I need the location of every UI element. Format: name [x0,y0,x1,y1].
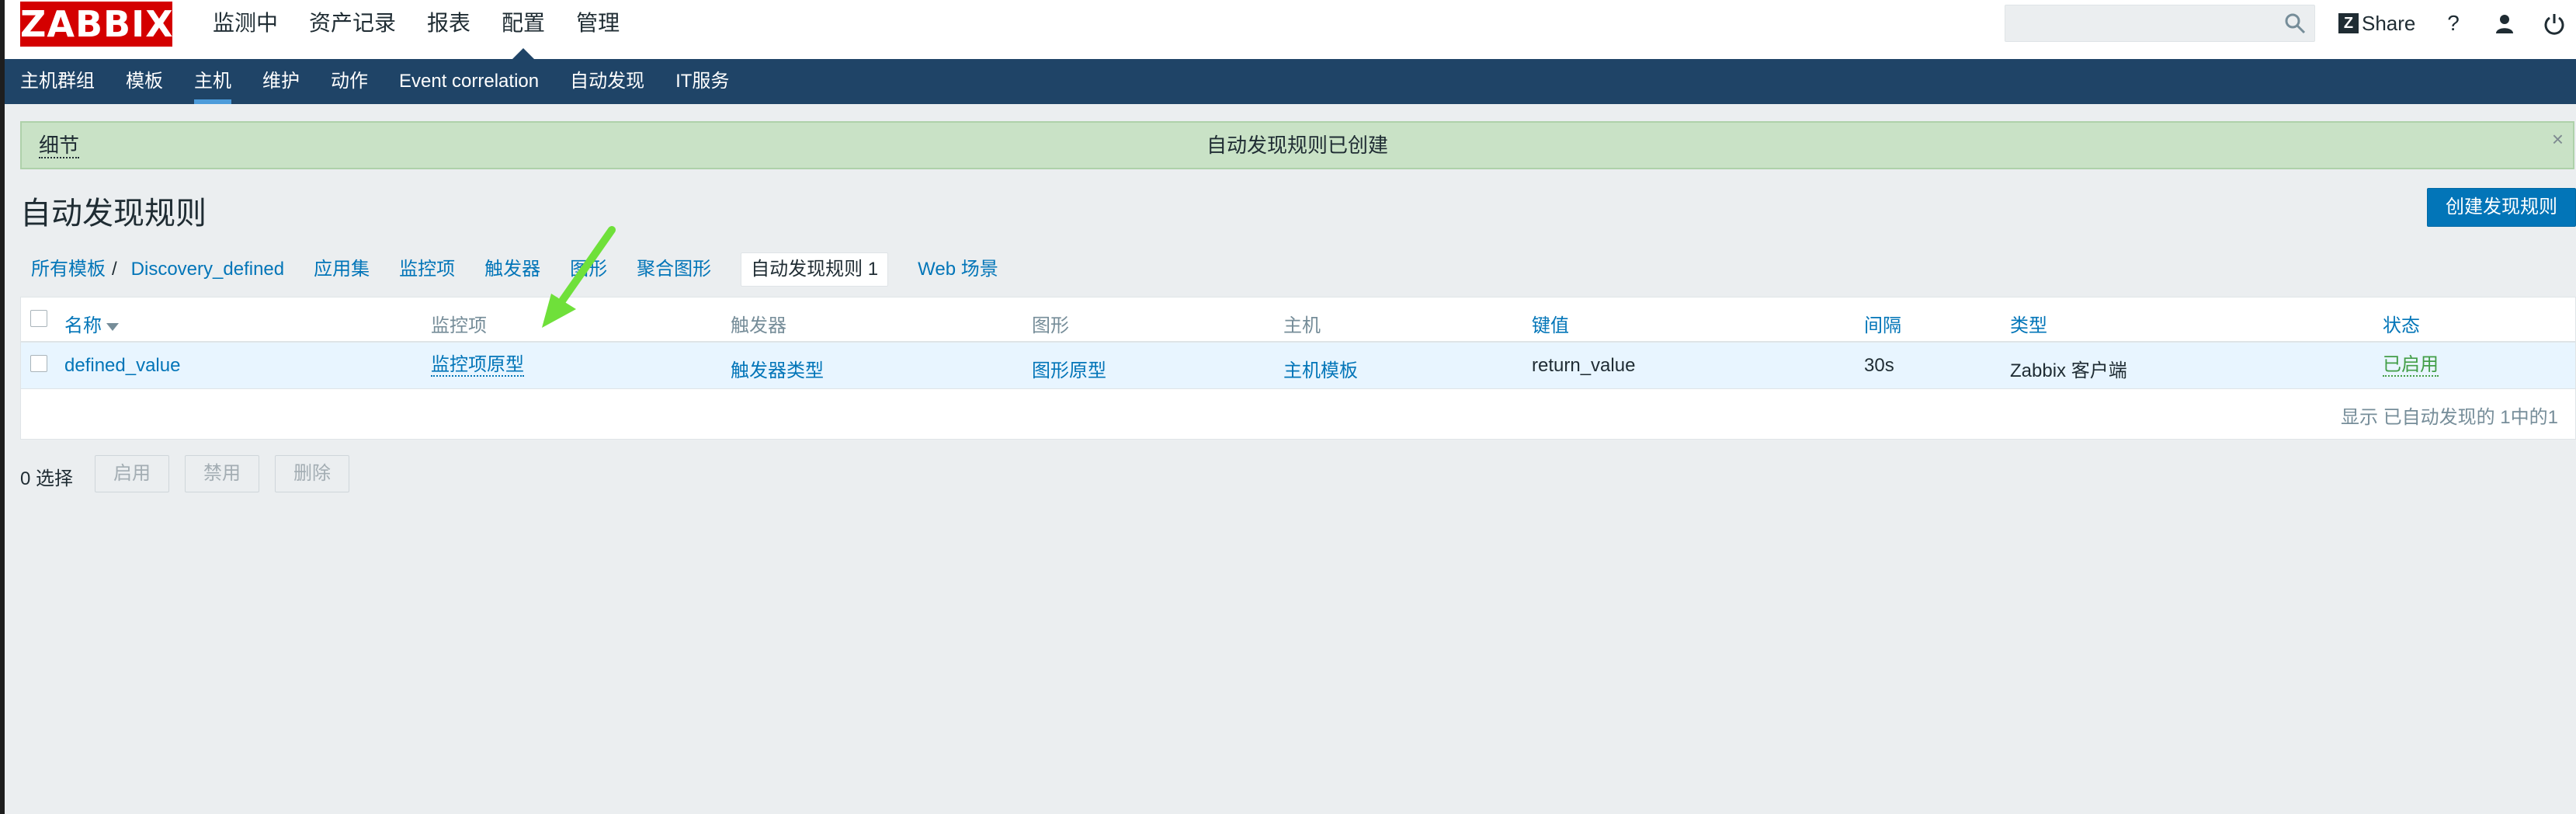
disable-button[interactable]: 禁用 [185,455,259,492]
tab-applications[interactable]: 应用集 [314,252,370,287]
menu-reports[interactable]: 报表 [411,0,486,59]
close-icon[interactable]: × [2552,127,2564,151]
menu-inventory[interactable]: 资产记录 [293,0,411,59]
row-graph-prototypes-link[interactable]: 图形原型 [1032,355,1106,382]
search-icon[interactable] [2283,12,2307,35]
menu-monitoring[interactable]: 监测中 [197,0,293,59]
submenu-discovery[interactable]: 自动发现 [570,59,660,104]
enable-button[interactable]: 启用 [95,455,169,492]
main-menu: 监测中 资产记录 报表 配置 管理 [197,0,635,59]
zabbix-logo[interactable]: ZABBIX [20,2,173,47]
menu-configuration[interactable]: 配置 [486,0,561,59]
submenu-event-correlation[interactable]: Event correlation [399,59,554,104]
breadcrumb-separator: / [112,259,117,280]
tab-screens[interactable]: 聚合图形 [637,252,711,287]
row-checkbox[interactable] [30,355,47,372]
header-name-label: 名称 [64,315,102,336]
row-key: return_value [1532,355,1636,376]
details-toggle[interactable]: 细节 [39,134,80,158]
submenu-templates[interactable]: 模板 [126,59,179,104]
delete-button[interactable]: 删除 [275,455,349,492]
header-hosts: 主机 [1283,315,1321,336]
table-header: 名称 监控项 触发器 图形 主机 键值 间隔 类型 状态 [21,297,2575,343]
header-interval[interactable]: 间隔 [1864,310,1901,337]
sub-menu: 主机群组 模板 主机 维护 动作 Event correlation 自动发现 … [5,59,2576,104]
select-all-checkbox[interactable] [30,310,47,327]
top-header: ZABBIX 监测中 资产记录 报表 配置 管理 Z Share ? [5,0,2576,59]
tab-discovery-rules[interactable]: 自动发现规则 1 [741,252,889,287]
tab-web-scenarios[interactable]: Web 场景 [918,252,998,287]
share-label: Share [2362,11,2416,35]
row-trigger-prototypes-link[interactable]: 触发器类型 [731,355,824,382]
header-triggers: 触发器 [731,315,786,336]
help-icon[interactable]: ? [2439,9,2467,37]
share-icon: Z [2338,13,2359,33]
row-name-link[interactable]: defined_value [64,355,180,377]
table-paging-info: 显示 已自动发现的 1中的1 [2340,407,2558,428]
window-edge [0,0,5,814]
header-items: 监控项 [431,315,487,336]
submenu-host-groups[interactable]: 主机群组 [20,59,110,104]
page-title: 自动发现规则 [20,197,207,231]
annotation-arrow-icon [542,226,616,328]
create-discovery-rule-button[interactable]: 创建发现规则 [2427,188,2576,227]
search-input[interactable] [2005,5,2315,42]
user-profile-icon[interactable] [2491,9,2519,37]
row-interval: 30s [1864,355,1894,376]
menu-administration[interactable]: 管理 [561,0,635,59]
submenu-hosts[interactable]: 主机 [194,59,247,104]
breadcrumb-template[interactable]: Discovery_defined [131,252,284,287]
header-type[interactable]: 类型 [2010,310,2047,337]
submenu-it-services[interactable]: IT服务 [675,59,745,104]
success-message: 自动发现规则已创建 细节 × [20,121,2574,169]
breadcrumb-all-templates[interactable]: 所有模板 [31,252,106,287]
header-key[interactable]: 键值 [1532,310,1569,337]
submenu-actions[interactable]: 动作 [331,59,384,104]
row-item-prototypes-link[interactable]: 监控项原型 [431,355,524,377]
table-row: defined_value 监控项原型 触发器类型 图形原型 主机模板 retu… [21,343,2575,389]
share-button[interactable]: Z Share [2338,8,2415,39]
success-message-text: 自动发现规则已创建 [1206,134,1388,157]
discovery-rules-table: 名称 监控项 触发器 图形 主机 键值 间隔 类型 状态 defined_val… [20,297,2576,440]
header-status[interactable]: 状态 [2383,310,2420,337]
submenu-maintenance[interactable]: 维护 [262,59,315,104]
help-label: ? [2447,11,2460,35]
selected-count: 0 选择 [20,468,74,489]
header-graphs: 图形 [1032,315,1069,336]
sort-down-icon [106,322,119,331]
tab-items[interactable]: 监控项 [399,252,455,287]
row-type: Zabbix 客户端 [2010,360,2127,381]
row-host-prototypes-link[interactable]: 主机模板 [1283,355,1358,382]
header-name[interactable]: 名称 [64,310,119,337]
row-status-toggle[interactable]: 已启用 [2383,355,2439,377]
sign-out-icon[interactable] [2540,9,2568,37]
